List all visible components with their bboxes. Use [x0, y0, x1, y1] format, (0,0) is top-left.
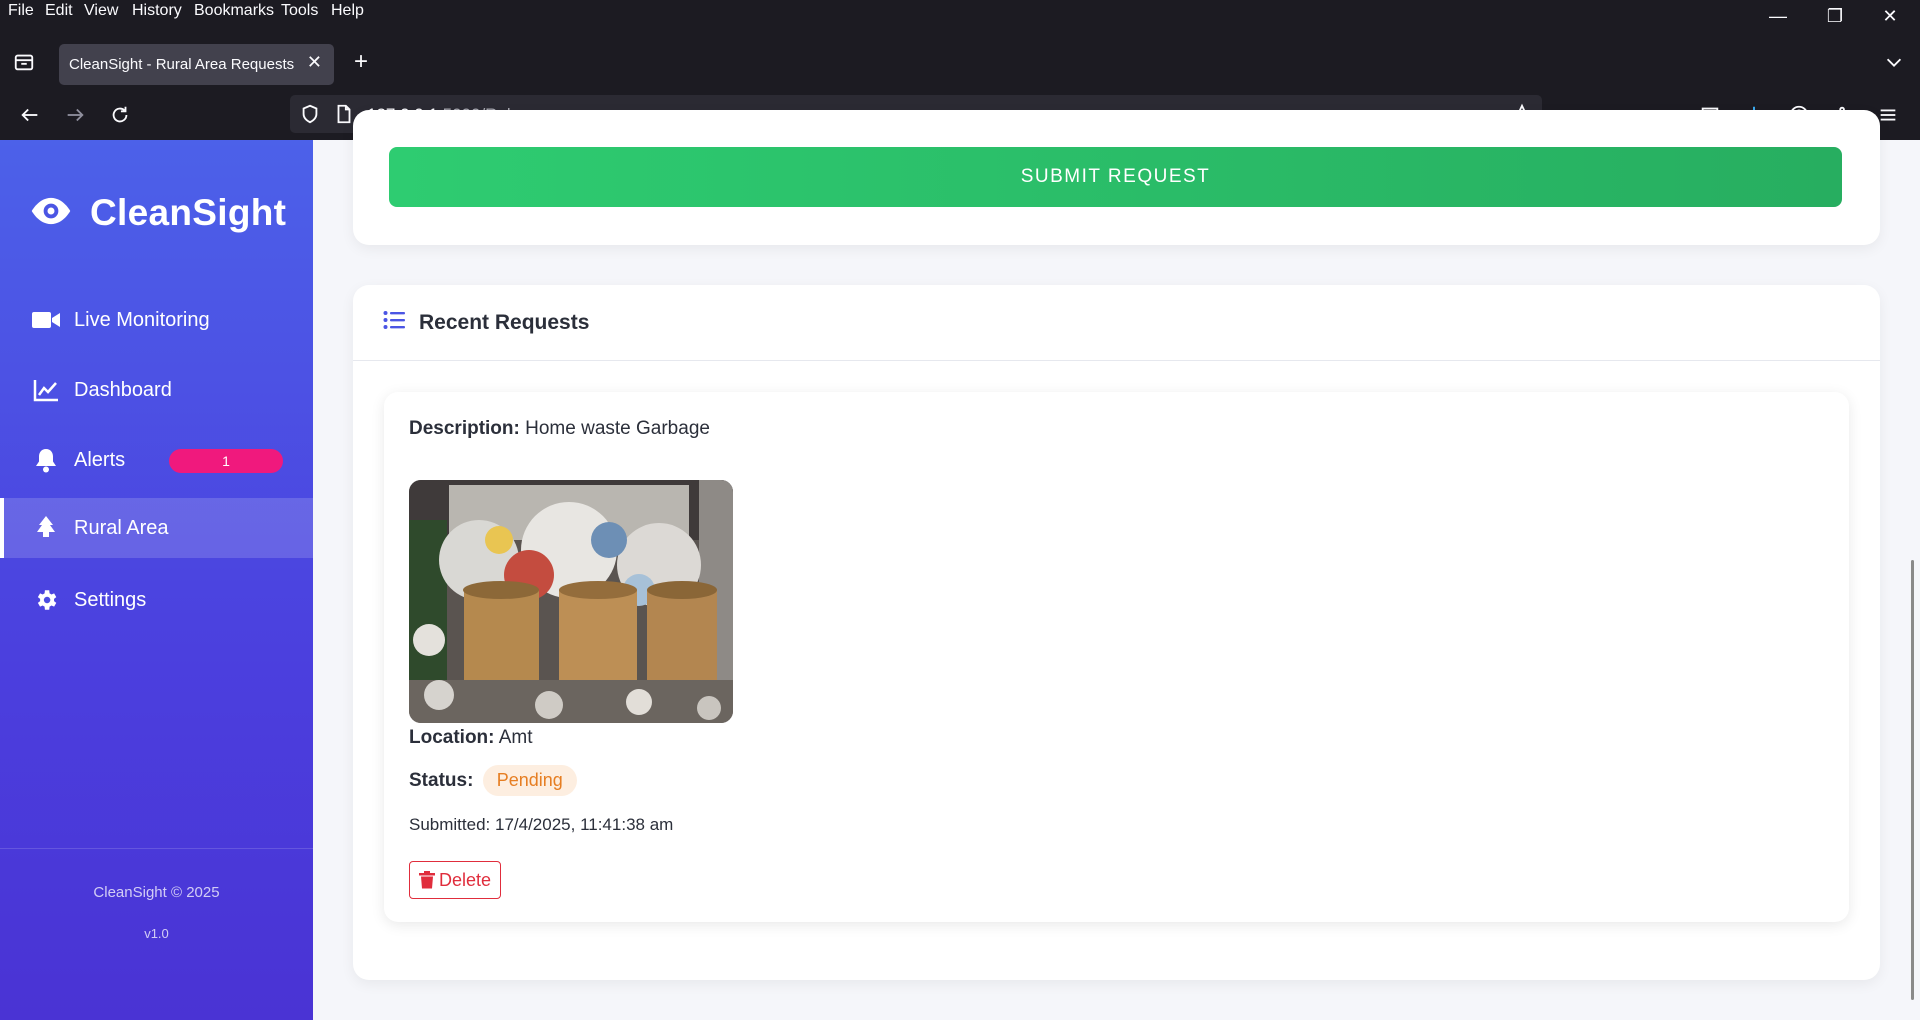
sidebar-item-rural-area[interactable]: Rural Area [0, 498, 313, 558]
sidebar-divider [0, 848, 313, 849]
sidebar-item-settings[interactable]: Settings [0, 570, 313, 630]
eye-icon [30, 190, 72, 237]
brand[interactable]: CleanSight [30, 188, 286, 238]
sidebar-item-label: Alerts [74, 448, 126, 471]
trash-icon [418, 871, 435, 889]
menu-history[interactable]: History [132, 2, 182, 20]
sidebar: CleanSight Live Monitoring Dashboard Ale… [0, 140, 313, 1020]
bell-icon [32, 446, 60, 474]
sidebar-item-dashboard[interactable]: Dashboard [0, 360, 313, 420]
sidebar-footer-version: v1.0 [144, 926, 169, 941]
tab-list-icon[interactable] [10, 48, 38, 76]
description-label: Description: [409, 418, 520, 439]
tab-active[interactable]: CleanSight - Rural Area Requests ✕ [59, 44, 334, 85]
restore-button[interactable]: ❐ [1810, 0, 1860, 30]
forward-arrow-icon[interactable] [61, 101, 89, 129]
shield-icon[interactable] [296, 100, 324, 128]
delete-button[interactable]: Delete [409, 861, 501, 899]
request-item: Description: Home waste Garbage Location… [384, 392, 1849, 922]
submit-request-button[interactable]: SUBMIT REQUEST [389, 147, 1842, 207]
list-icon [383, 310, 405, 335]
sidebar-item-label: Live Monitoring [74, 308, 210, 331]
request-location: Location: Amt [409, 727, 533, 749]
sidebar-item-label: Dashboard [74, 378, 172, 401]
sidebar-item-label: Settings [74, 588, 147, 611]
request-submitted: Submitted: 17/4/2025, 11:41:38 am [409, 815, 674, 834]
video-camera-icon [32, 306, 60, 334]
request-description: Description: Home waste Garbage [409, 418, 710, 440]
sidebar-footer-copyright: CleanSight © 2025 [93, 884, 220, 901]
menu-edit[interactable]: Edit [45, 2, 73, 20]
minimize-button[interactable]: — [1753, 0, 1803, 30]
page-scrollbar[interactable] [1911, 560, 1914, 1000]
location-value: Amt [498, 727, 533, 748]
request-photo[interactable] [409, 480, 733, 723]
back-arrow-icon[interactable] [16, 101, 44, 129]
tab-row: CleanSight - Rural Area Requests ✕ + [0, 40, 1920, 88]
recent-requests-header: Recent Requests [353, 285, 1880, 361]
new-tab-button[interactable]: + [347, 48, 375, 76]
request-form-card: SUBMIT REQUEST [353, 110, 1880, 245]
description-value: Home waste Garbage [525, 418, 710, 439]
menu-help[interactable]: Help [331, 2, 364, 20]
tab-close-icon[interactable]: ✕ [307, 52, 322, 73]
gear-icon [32, 586, 60, 614]
chart-line-icon [32, 376, 60, 404]
status-badge: Pending [482, 765, 577, 796]
menu-bar: File Edit View History Bookmarks Tools H… [0, 0, 1920, 26]
tab-title: CleanSight - Rural Area Requests [69, 56, 295, 73]
menu-tools[interactable]: Tools [281, 2, 318, 20]
window-close-button[interactable]: ✕ [1865, 0, 1915, 30]
sidebar-item-alerts[interactable]: Alerts 1 [0, 430, 313, 490]
menu-file[interactable]: File [8, 2, 34, 20]
status-label: Status: [409, 770, 474, 791]
recent-requests-title: Recent Requests [419, 310, 590, 334]
chevron-down-icon[interactable] [1880, 48, 1908, 76]
brand-name: CleanSight [90, 192, 287, 233]
tree-icon [32, 514, 60, 542]
reload-icon[interactable] [106, 101, 134, 129]
request-status: Status: Pending [409, 765, 577, 796]
menu-bookmarks[interactable]: Bookmarks [194, 2, 274, 20]
recent-requests-card: Recent Requests Description: Home waste … [353, 285, 1880, 980]
menu-view[interactable]: View [84, 2, 118, 20]
sidebar-item-label: Rural Area [74, 516, 169, 539]
sidebar-item-live-monitoring[interactable]: Live Monitoring [0, 290, 313, 350]
alerts-count-badge: 1 [169, 449, 283, 473]
delete-label: Delete [438, 869, 492, 890]
location-label: Location: [409, 727, 495, 748]
